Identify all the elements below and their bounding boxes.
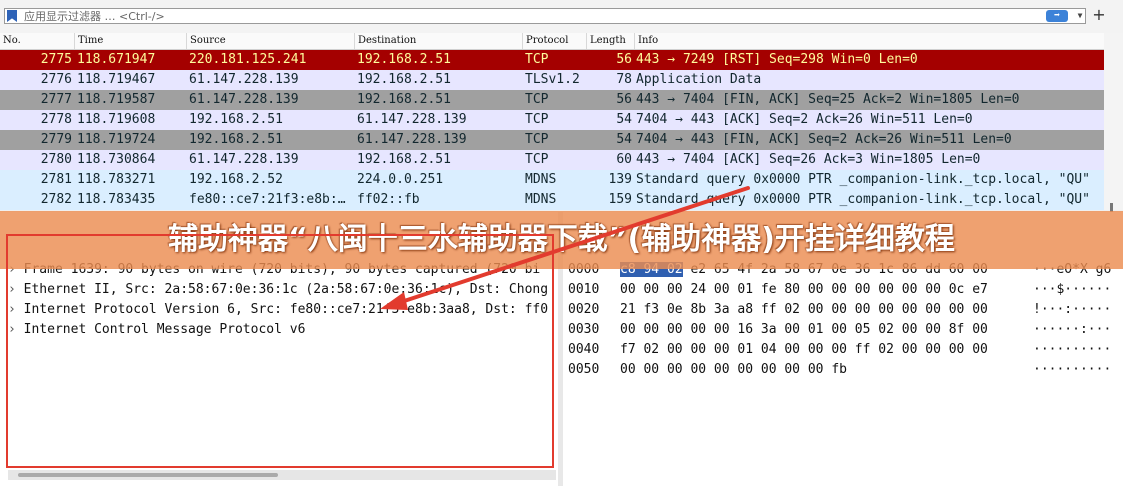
annotation-arrow-icon [380, 186, 750, 310]
